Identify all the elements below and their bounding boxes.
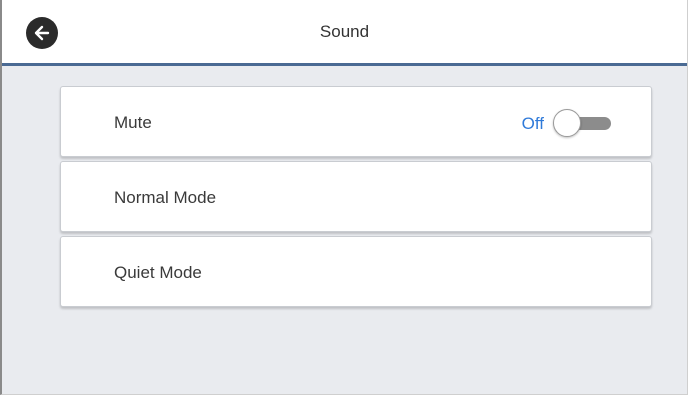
mute-label: Mute (114, 113, 152, 132)
mute-toggle[interactable] (553, 109, 615, 137)
sound-options-list: Mute Off Normal Mode Quiet Mode (60, 86, 652, 311)
mute-state-text: Off (521, 114, 544, 133)
toggle-knob (553, 109, 581, 137)
header-bar: Sound (2, 0, 687, 66)
mute-item[interactable]: Mute Off (60, 86, 652, 157)
normal-mode-item[interactable]: Normal Mode (60, 161, 652, 232)
normal-mode-label: Normal Mode (114, 188, 217, 207)
quiet-mode-item[interactable]: Quiet Mode (60, 236, 652, 307)
sound-settings-screen: Sound Mute Off Normal Mode Quiet Mode (0, 0, 688, 395)
page-title: Sound (319, 22, 370, 41)
quiet-mode-label: Quiet Mode (114, 263, 202, 282)
